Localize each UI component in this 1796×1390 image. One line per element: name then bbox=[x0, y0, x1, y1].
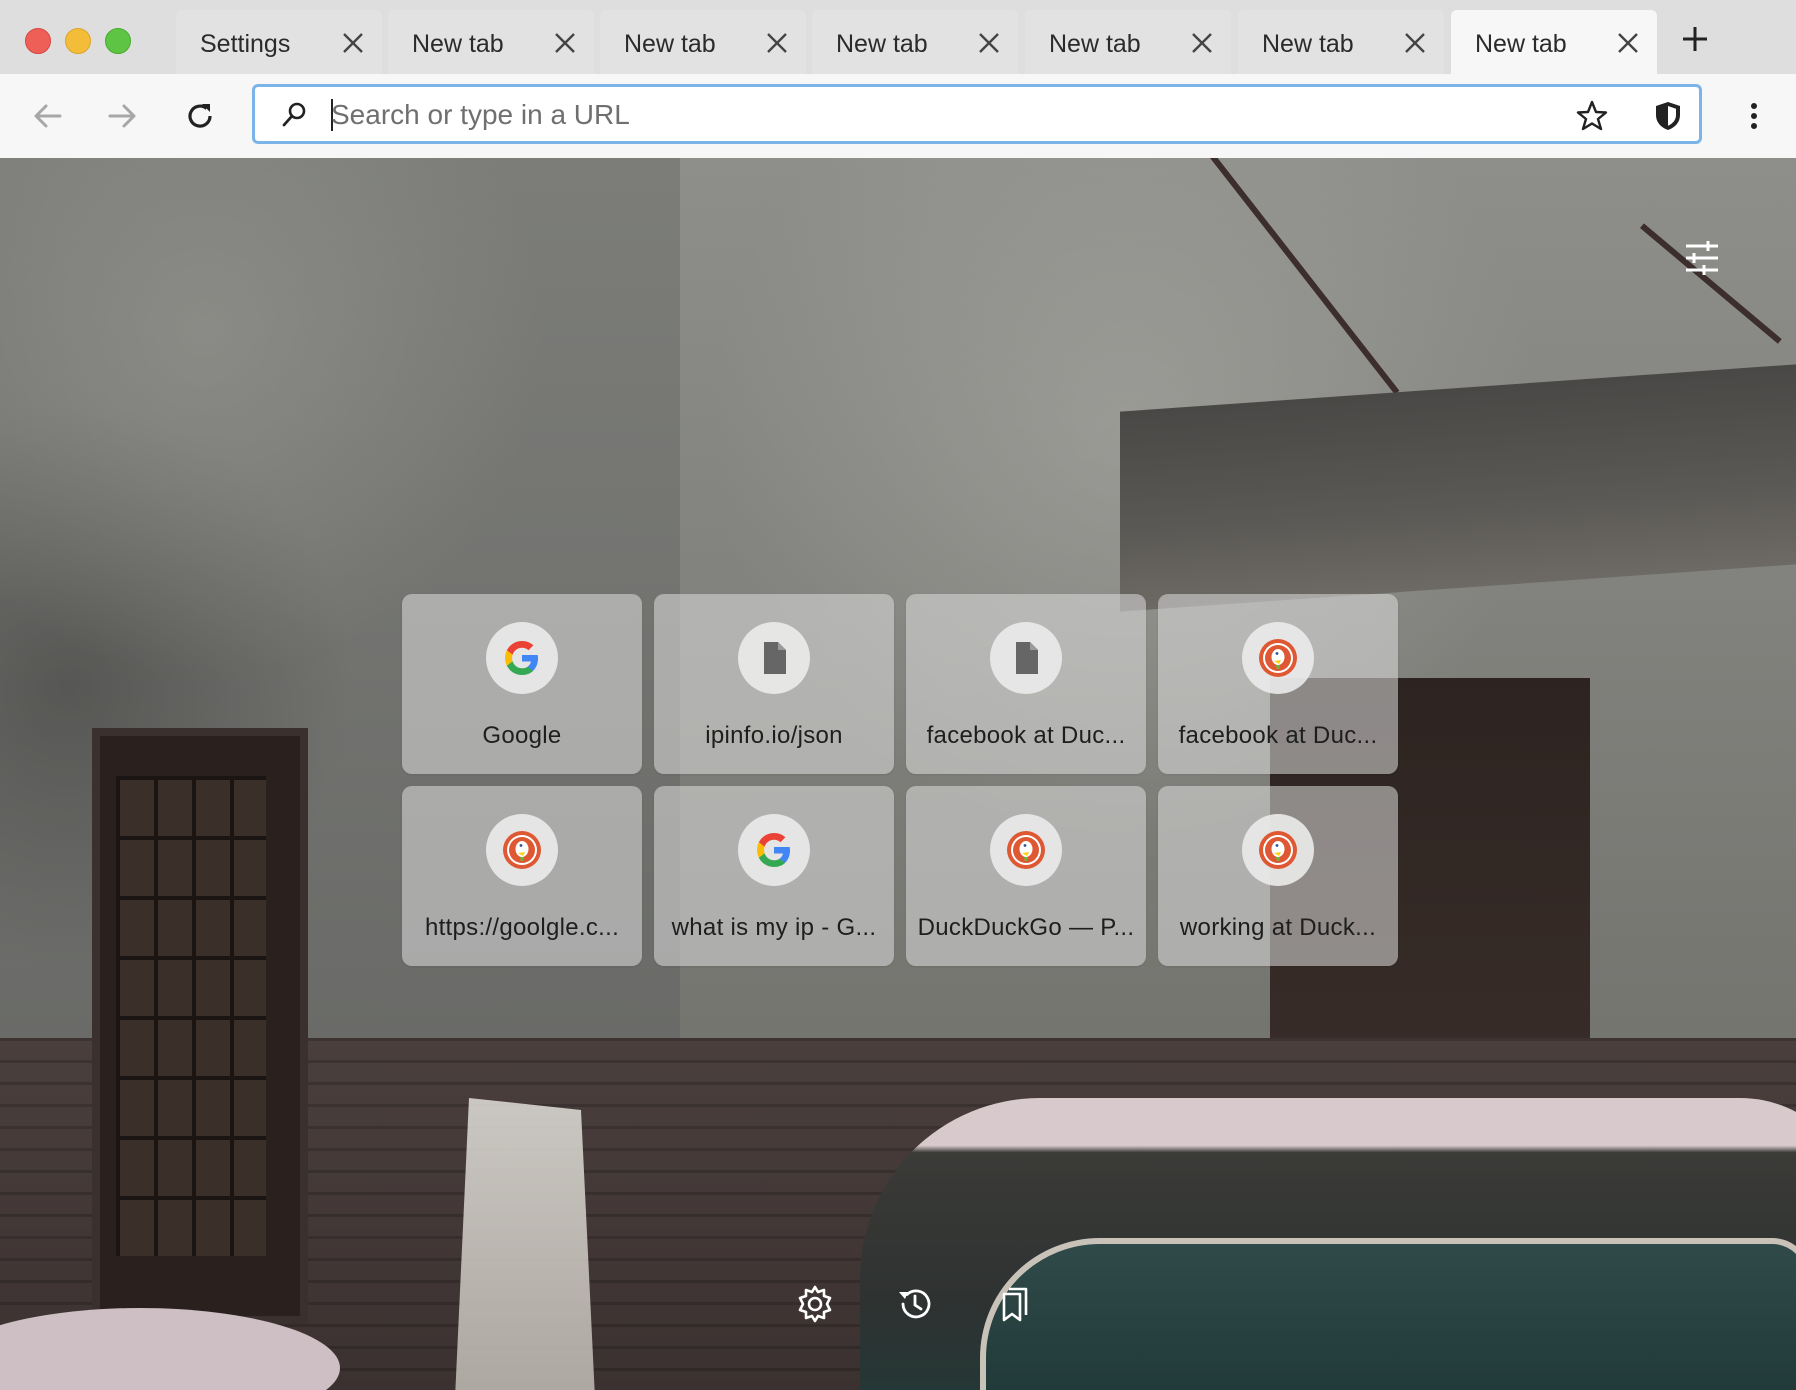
tab-new-tab[interactable]: New tab bbox=[1025, 10, 1231, 74]
window-minimize-button[interactable] bbox=[65, 28, 91, 54]
address-input[interactable] bbox=[331, 91, 1481, 139]
duckduckgo-icon bbox=[1259, 639, 1297, 677]
search-icon bbox=[282, 102, 306, 127]
new-tab-page: Google ipinfo.io/json facebook at Duc... bbox=[0, 158, 1796, 1390]
new-tab-plus-icon[interactable] bbox=[1680, 24, 1710, 54]
close-icon[interactable] bbox=[1402, 30, 1428, 56]
close-icon[interactable] bbox=[340, 30, 366, 56]
shield-icon[interactable] bbox=[1651, 99, 1685, 133]
close-icon[interactable] bbox=[552, 30, 578, 56]
background-window bbox=[92, 728, 308, 1324]
tab-settings[interactable]: Settings bbox=[176, 10, 382, 74]
top-site-tile[interactable]: facebook at Duc... bbox=[906, 594, 1146, 774]
forward-arrow-icon[interactable] bbox=[104, 98, 140, 134]
top-sites-grid: Google ipinfo.io/json facebook at Duc... bbox=[402, 594, 1402, 966]
tab-new-tab[interactable]: New tab bbox=[388, 10, 594, 74]
close-icon[interactable] bbox=[1189, 30, 1215, 56]
tile-favicon bbox=[738, 814, 810, 886]
navigation-toolbar bbox=[0, 74, 1796, 159]
background-car-window bbox=[980, 1238, 1796, 1390]
tile-title: ipinfo.io/json bbox=[705, 722, 843, 749]
top-site-tile[interactable]: facebook at Duc... bbox=[1158, 594, 1398, 774]
reload-icon[interactable] bbox=[182, 98, 218, 134]
tab-label: Settings bbox=[200, 30, 291, 58]
tile-title: DuckDuckGo — P... bbox=[917, 914, 1135, 941]
tab-strip: Settings New tab New tab New tab New tab… bbox=[0, 0, 1796, 74]
kebab-menu-icon[interactable] bbox=[1740, 98, 1768, 134]
tile-favicon bbox=[990, 814, 1062, 886]
tab-new-tab[interactable]: New tab bbox=[1238, 10, 1444, 74]
bookmarks-icon[interactable] bbox=[995, 1284, 1035, 1324]
tile-favicon bbox=[738, 622, 810, 694]
tab-label: New tab bbox=[1049, 30, 1141, 58]
gear-icon[interactable] bbox=[795, 1284, 835, 1324]
top-site-tile[interactable]: what is my ip - G... bbox=[654, 786, 894, 966]
duckduckgo-icon bbox=[503, 831, 541, 869]
tile-title: what is my ip - G... bbox=[671, 914, 877, 941]
tile-title: https://goolgle.c... bbox=[424, 914, 620, 941]
tile-favicon bbox=[990, 622, 1062, 694]
back-arrow-icon[interactable] bbox=[30, 98, 66, 134]
tab-new-tab[interactable]: New tab bbox=[600, 10, 806, 74]
window-close-button[interactable] bbox=[25, 28, 51, 54]
tile-title: facebook at Duc... bbox=[1178, 722, 1378, 749]
tab-label: New tab bbox=[1262, 30, 1354, 58]
tab-label: New tab bbox=[624, 30, 716, 58]
tile-title: facebook at Duc... bbox=[926, 722, 1126, 749]
tile-favicon bbox=[486, 622, 558, 694]
document-icon bbox=[1016, 642, 1038, 674]
top-site-tile[interactable]: ipinfo.io/json bbox=[654, 594, 894, 774]
customize-sliders-icon[interactable] bbox=[1682, 238, 1722, 278]
close-icon[interactable] bbox=[976, 30, 1002, 56]
tab-new-tab-active[interactable]: New tab bbox=[1451, 10, 1657, 74]
google-icon bbox=[505, 641, 538, 675]
close-icon[interactable] bbox=[764, 30, 790, 56]
tile-favicon bbox=[1242, 622, 1314, 694]
close-icon[interactable] bbox=[1615, 30, 1641, 56]
document-icon bbox=[764, 642, 786, 674]
top-site-tile[interactable]: Google bbox=[402, 594, 642, 774]
tile-title: Google bbox=[482, 722, 562, 749]
top-site-tile[interactable]: https://goolgle.c... bbox=[402, 786, 642, 966]
history-icon[interactable] bbox=[895, 1284, 935, 1324]
google-icon bbox=[757, 833, 790, 867]
window-zoom-button[interactable] bbox=[105, 28, 131, 54]
tile-title: working at Duck... bbox=[1179, 914, 1377, 941]
address-bar[interactable] bbox=[252, 84, 1702, 144]
top-site-tile[interactable]: DuckDuckGo — P... bbox=[906, 786, 1146, 966]
tab-label: New tab bbox=[412, 30, 504, 58]
tab-label: New tab bbox=[836, 30, 928, 58]
tab-new-tab[interactable]: New tab bbox=[812, 10, 1018, 74]
tile-favicon bbox=[1242, 814, 1314, 886]
top-site-tile[interactable]: working at Duck... bbox=[1158, 786, 1398, 966]
tab-label: New tab bbox=[1475, 30, 1567, 58]
background-patch bbox=[455, 1098, 595, 1390]
star-icon[interactable] bbox=[1575, 99, 1609, 133]
duckduckgo-icon bbox=[1007, 831, 1045, 869]
tile-favicon bbox=[486, 814, 558, 886]
duckduckgo-icon bbox=[1259, 831, 1297, 869]
